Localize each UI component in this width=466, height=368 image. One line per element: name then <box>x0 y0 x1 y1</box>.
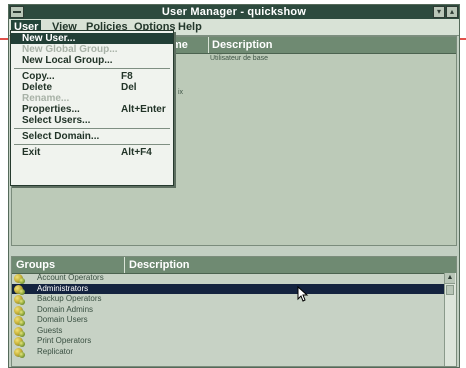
group-row-guests[interactable]: Guests <box>12 326 444 337</box>
groups-scrollbar[interactable]: ▲ <box>444 273 456 366</box>
minimize-button[interactable]: ▾ <box>433 6 445 18</box>
group-row-administrators[interactable]: Administrators <box>12 283 444 295</box>
menu-item-label: Delete <box>22 82 53 93</box>
menu-item-shortcut: Del <box>121 82 137 93</box>
group-icon <box>14 284 25 295</box>
scroll-up-button[interactable]: ▲ <box>445 273 455 284</box>
group-name: Backup Operators <box>37 294 102 303</box>
menu-item-shortcut: Alt+Enter <box>121 104 166 115</box>
group-row-account-operators[interactable]: Account Operators <box>12 273 444 284</box>
groups-list-header: Groups Description <box>12 257 456 274</box>
menu-item-copy[interactable]: Copy... F8 <box>11 71 173 82</box>
groups-column-header[interactable]: Groups <box>16 257 55 273</box>
group-row-domain-users[interactable]: Domain Users <box>12 315 444 326</box>
menu-help[interactable]: Help <box>175 20 205 34</box>
group-icon <box>14 295 25 305</box>
menu-item-rename: Rename... <box>11 93 173 104</box>
group-icon <box>14 326 25 337</box>
menu-separator <box>14 68 170 69</box>
user-row-fragment: ix <box>178 89 184 96</box>
menu-item-properties[interactable]: Properties... Alt+Enter <box>11 104 173 115</box>
menu-item-label: Copy... <box>22 71 55 82</box>
group-name: Replicator <box>37 346 74 356</box>
menu-item-select-domain[interactable]: Select Domain... <box>11 131 173 142</box>
user-dropdown-menu: New User... New Global Group... New Loca… <box>10 30 174 186</box>
menu-item-delete[interactable]: Delete Del <box>11 82 173 93</box>
group-row-print-operators[interactable]: Print Operators <box>12 336 444 347</box>
menu-item-label: Exit <box>22 147 41 158</box>
menu-item-label: Rename... <box>22 93 70 104</box>
menu-item-select-users[interactable]: Select Users... <box>11 115 173 126</box>
group-row-domain-admins[interactable]: Domain Admins <box>12 305 444 316</box>
column-divider <box>124 257 125 273</box>
group-icon <box>14 316 25 326</box>
menu-item-new-user[interactable]: New User... <box>11 33 173 44</box>
title-bar: User Manager - quickshow ▾ ▴ <box>9 5 459 19</box>
group-name: Domain Users <box>37 315 88 324</box>
menu-item-label: New Local Group... <box>22 55 113 66</box>
group-icon <box>14 305 25 316</box>
group-name: Domain Admins <box>37 304 94 314</box>
group-icon <box>14 274 25 284</box>
window-title: User Manager - quickshow <box>161 6 307 18</box>
menu-item-label: Select Users... <box>22 115 91 126</box>
menu-item-new-local-group[interactable]: New Local Group... <box>11 55 173 66</box>
groups-list: Account Operators Administrators Backup … <box>12 273 444 366</box>
menu-separator <box>14 144 170 145</box>
group-name: Guests <box>37 325 63 335</box>
description-column-header[interactable]: Description <box>212 37 273 53</box>
menu-item-exit[interactable]: Exit Alt+F4 <box>11 147 173 158</box>
group-name: Account Operators <box>37 273 104 282</box>
group-icon <box>14 347 25 358</box>
group-description-column-header[interactable]: Description <box>129 257 190 273</box>
menu-separator <box>14 128 170 129</box>
group-icon <box>14 337 25 347</box>
user-description-cell: Utilisateur de base <box>210 55 268 62</box>
groups-list-pane[interactable]: Groups Description Account Operators Adm… <box>11 256 457 367</box>
menu-item-label: Select Domain... <box>22 131 100 142</box>
menu-item-shortcut: F8 <box>121 71 133 82</box>
group-row-backup-operators[interactable]: Backup Operators <box>12 294 444 305</box>
maximize-button[interactable]: ▴ <box>446 6 458 18</box>
group-row-replicator[interactable]: Replicator <box>12 347 444 358</box>
menu-item-new-global-group: New Global Group... <box>11 44 173 55</box>
group-name: Administrators <box>37 283 89 293</box>
menu-item-label: Properties... <box>22 104 80 115</box>
group-name: Print Operators <box>37 336 92 345</box>
menu-item-shortcut: Alt+F4 <box>121 147 152 158</box>
scroll-thumb[interactable] <box>446 285 454 295</box>
menu-item-label: New User... <box>22 33 76 44</box>
username-column-header[interactable]: me <box>172 37 188 53</box>
column-divider <box>208 37 209 53</box>
mouse-cursor-icon <box>297 286 309 302</box>
menu-item-label: New Global Group... <box>22 44 118 55</box>
